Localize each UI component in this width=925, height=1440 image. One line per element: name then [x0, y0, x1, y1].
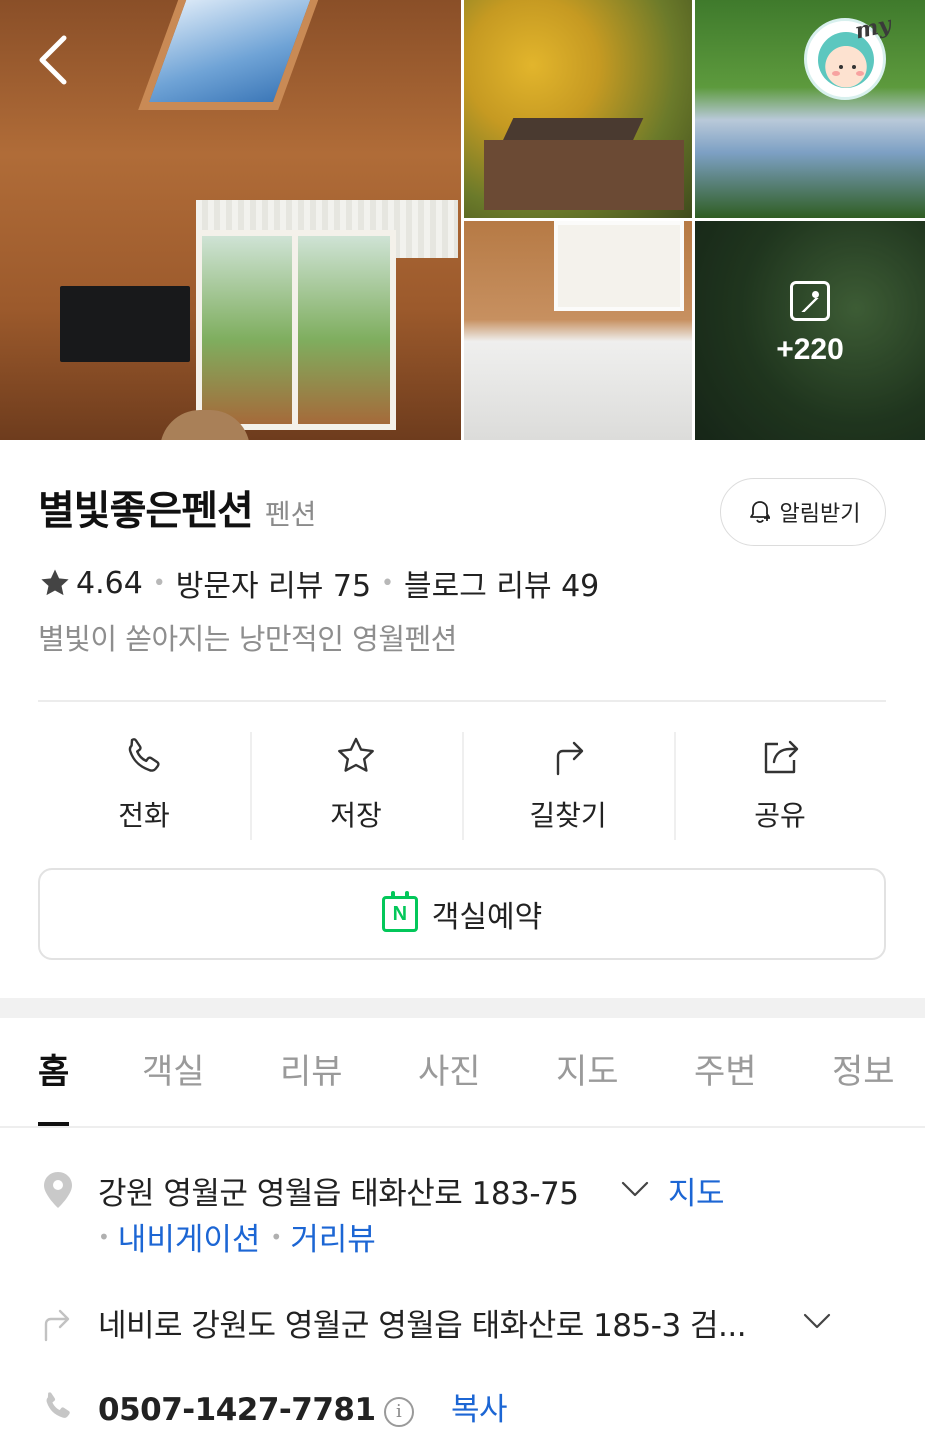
window-graphic — [196, 230, 396, 430]
title-row: 별빛좋은펜션 펜션 — [38, 478, 316, 538]
star-outline-icon — [338, 737, 374, 772]
photo-bedroom[interactable] — [464, 221, 692, 440]
tab-photos[interactable]: 사진 — [418, 1044, 481, 1124]
separator-dot: • — [98, 1224, 110, 1249]
tab-nearby[interactable]: 주변 — [694, 1044, 757, 1124]
copy-button[interactable]: 복사 — [451, 1392, 508, 1428]
rating-row: 4.64 • 방문자 리뷰 75 • 블로그 리뷰 49 — [38, 560, 599, 606]
call-label: 전화 — [118, 799, 170, 832]
call-button[interactable]: 전화 — [38, 730, 250, 840]
tab-bar: 홈 객실 리뷰 사진 지도 주변 정보 — [0, 1018, 925, 1128]
place-description: 별빛이 쏟아지는 낭만적인 영월펜션 — [38, 622, 457, 656]
chevron-left-icon — [39, 35, 67, 85]
share-button[interactable]: 공유 — [674, 730, 886, 840]
directions-icon — [556, 741, 584, 776]
notify-button[interactable]: 알림받기 — [720, 478, 886, 546]
skylight-graphic — [138, 0, 322, 110]
separator-dot: • — [152, 570, 166, 596]
chevron-down-icon — [803, 1313, 831, 1329]
tab-map[interactable]: 지도 — [556, 1044, 619, 1124]
address-expand-button[interactable] — [620, 1178, 650, 1200]
divider — [38, 700, 886, 702]
street-view-link[interactable]: 거리뷰 — [290, 1214, 376, 1259]
room-reservation-button[interactable]: N 객실예약 — [38, 868, 886, 960]
phone-small-icon — [40, 1386, 76, 1426]
tv-graphic — [60, 286, 190, 362]
house-graphic — [484, 140, 684, 210]
save-label: 저장 — [330, 799, 382, 832]
tab-rooms[interactable]: 객실 — [142, 1044, 205, 1124]
info-circle-icon[interactable]: i — [383, 1396, 414, 1427]
directions-hint-icon — [40, 1302, 76, 1342]
map-link[interactable]: 지도 — [668, 1168, 725, 1213]
phone-number[interactable]: 0507-1427-7781 — [98, 1392, 376, 1428]
more-photos-count: +220 — [776, 333, 844, 366]
photo-more-tile[interactable]: +220 — [695, 221, 925, 440]
chevron-down-icon — [621, 1181, 649, 1197]
back-button[interactable] — [28, 30, 78, 90]
more-photos: +220 — [695, 281, 925, 367]
location-pin-icon — [40, 1170, 76, 1210]
my-avatar-button[interactable]: my — [804, 12, 893, 100]
place-name: 별빛좋은펜션 — [38, 488, 254, 534]
room-reservation-label: 객실예약 — [431, 900, 543, 935]
avatar-eye — [852, 65, 856, 69]
address-sub-links: • 내비게이션 • 거리뷰 — [98, 1214, 376, 1259]
avatar-cheek — [832, 71, 840, 76]
phone-icon — [128, 738, 160, 772]
bell-plus-icon — [749, 501, 770, 523]
visitor-reviews-link[interactable]: 방문자 리뷰 75 — [176, 561, 371, 605]
directions-expand-button[interactable] — [802, 1310, 832, 1332]
notify-label: 알림받기 — [779, 502, 861, 527]
separator-dot: • — [381, 570, 395, 596]
address-row: 강원 영월군 영월읍 태화산로 183-75 — [98, 1168, 579, 1213]
photo-autumn-house[interactable] — [464, 0, 692, 218]
action-bar: 전화 저장 길찾기 공유 — [38, 730, 886, 840]
directions-button[interactable]: 길찾기 — [462, 730, 674, 840]
address-text: 강원 영월군 영월읍 태화산로 183-75 — [98, 1176, 579, 1212]
share-icon — [764, 740, 799, 774]
navigation-link[interactable]: 내비게이션 — [118, 1214, 261, 1259]
blog-reviews-link[interactable]: 블로그 리뷰 49 — [404, 561, 599, 605]
tab-reviews[interactable]: 리뷰 — [280, 1044, 343, 1124]
directions-text: 네비로 강원도 영월군 영월읍 태화산로 185-3 검... — [98, 1308, 747, 1344]
section-gap — [0, 998, 925, 1018]
directions-label: 길찾기 — [529, 799, 607, 832]
rating-value: 4.64 — [76, 565, 143, 601]
place-category: 펜션 — [264, 498, 317, 531]
save-button[interactable]: 저장 — [250, 730, 462, 840]
tab-info[interactable]: 정보 — [832, 1044, 895, 1124]
photo-gallery: +220 my — [0, 0, 925, 440]
avatar-eye — [839, 65, 843, 69]
naver-calendar-icon: N — [381, 891, 418, 932]
tab-home[interactable]: 홈 — [38, 1044, 70, 1126]
avatar-cheek — [856, 71, 864, 76]
bedroom-window-graphic — [554, 221, 684, 311]
image-icon — [790, 281, 830, 321]
share-label: 공유 — [754, 799, 806, 832]
separator-dot: • — [270, 1224, 283, 1249]
phone-row: 0507-1427-7781 i 복사 — [98, 1384, 507, 1429]
star-filled-icon — [38, 566, 76, 600]
